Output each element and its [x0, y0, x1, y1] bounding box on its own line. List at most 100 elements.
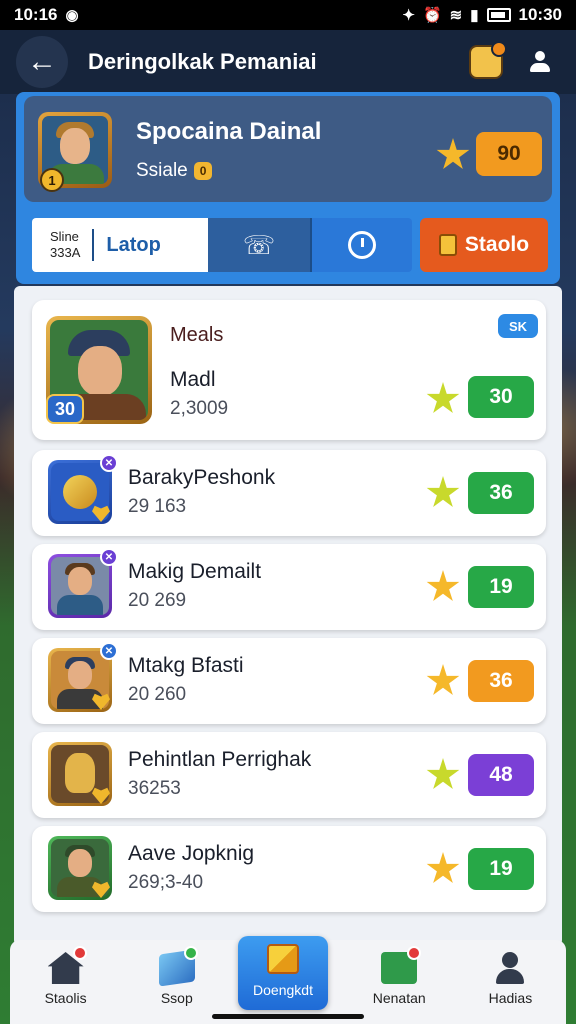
ball-icon [469, 41, 507, 79]
star-icon [426, 382, 460, 413]
list-item-score: 20 269 [128, 590, 187, 611]
tab-phone[interactable]: ☏ [208, 218, 310, 272]
app-header: ← Deringolkak Pemaniai [0, 30, 576, 94]
trophy-icon [65, 753, 95, 793]
leaderboard-list: 30 Meals Madl 2,3009 SK 30 ✕ BarakyPesho… [14, 286, 562, 946]
list-item-score: 29 163 [128, 496, 187, 517]
tab-stack-line2: 333A [50, 245, 81, 260]
close-icon: ✕ [100, 642, 118, 660]
alarm-icon: ⏰ [422, 7, 442, 24]
arrow-left-icon: ← [27, 45, 57, 78]
list-item[interactable]: ✕ Mtakg Bfasti 20 260 36 [32, 638, 546, 724]
nav-label: Ssop [160, 990, 193, 1006]
nav-item-ssop[interactable]: Ssop [121, 940, 232, 1024]
close-icon: ✕ [100, 454, 118, 472]
tab-stack-line1: Sline [50, 229, 79, 244]
status-time-right: 10:30 [518, 5, 562, 24]
star-icon [426, 758, 460, 789]
list-item-value: 36 [468, 472, 534, 514]
list-item-value: 48 [468, 754, 534, 796]
featured-value: 30 [468, 376, 534, 418]
back-button[interactable]: ← [16, 36, 68, 88]
star-icon [426, 852, 460, 883]
battery-icon [486, 8, 511, 22]
user-icon [527, 49, 553, 75]
nav-label: Hadias [488, 990, 533, 1006]
nav-item-doengkdt[interactable]: Doengkdt [238, 936, 328, 1010]
featured-avatar: 30 [46, 316, 152, 424]
list-item-name: Aave Jopknig [128, 842, 255, 865]
profile-button[interactable] [522, 44, 558, 80]
nav-label: Doengkdt [253, 982, 313, 998]
list-item-avatar: ✕ [48, 454, 118, 524]
profile-subtitle: Ssiale 0 [136, 160, 213, 182]
list-item-avatar: ✕ [48, 548, 118, 618]
star-icon [426, 664, 460, 695]
featured-card[interactable]: 30 Meals Madl 2,3009 SK 30 [32, 300, 546, 440]
notification-dot [73, 946, 88, 960]
star-icon [436, 138, 470, 169]
close-icon: ✕ [100, 548, 118, 566]
nav-label: Nenatan [372, 990, 426, 1006]
tab-timer[interactable] [310, 218, 412, 272]
star-icon [426, 570, 460, 601]
list-item[interactable]: Pehintlan Perrighak 36253 48 [32, 732, 546, 818]
signal-icon: ▮ [470, 7, 479, 24]
notification-dot [184, 946, 199, 960]
status-bar: 10:16 ◉ ✦ ⏰ ≋ ▮ 10:30 [0, 0, 576, 30]
profile-card[interactable]: 1 Spocaina Dainal Ssiale 0 90 [24, 96, 552, 202]
wifi-icon: ≋ [449, 7, 463, 24]
tab-active-label: Latop [106, 233, 161, 256]
featured-category: Meals [170, 324, 224, 346]
list-item-score: 269;3-40 [128, 872, 204, 893]
cube-icon [267, 944, 299, 974]
profile-score: 90 [476, 132, 542, 176]
list-item[interactable]: ✕ BarakyPeshonk 29 163 36 [32, 450, 546, 536]
list-item-avatar [48, 836, 112, 900]
ball-icon [63, 475, 97, 509]
profile-subtitle-text: Ssiale [136, 160, 188, 181]
avatar: 1 [38, 112, 112, 192]
notification-icon: ◉ [65, 7, 79, 24]
list-item-value: 19 [468, 848, 534, 890]
list-item-value: 36 [468, 660, 534, 702]
nav-item-nenatan[interactable]: Nenatan [344, 940, 455, 1024]
list-item[interactable]: Aave Jopknig 269;3-40 19 [32, 826, 546, 912]
segmented-tabs: Sline 333A Latop ☏ [32, 218, 412, 272]
list-item-avatar: ✕ [48, 642, 118, 712]
home-indicator[interactable] [212, 1014, 364, 1019]
list-item-name: Pehintlan Perrighak [128, 748, 312, 771]
featured-score: 2,3009 [170, 398, 229, 419]
clock-icon [348, 231, 376, 259]
list-item-value: 19 [468, 566, 534, 608]
status-time-left: 10:16 [14, 5, 58, 24]
top-panel: 1 Spocaina Dainal Ssiale 0 90 Sline 333A… [16, 92, 560, 284]
tab-latop[interactable]: Sline 333A Latop [32, 218, 208, 272]
person-icon [492, 952, 528, 984]
list-item[interactable]: ✕ Makig Demailt 20 269 19 [32, 544, 546, 630]
phone-icon: ☏ [242, 229, 276, 260]
tab-divider [92, 229, 95, 261]
vibrate-icon: ✦ [402, 7, 415, 24]
featured-corner-tag[interactable]: SK [498, 314, 538, 338]
list-item-name: BarakyPeshonk [128, 466, 276, 489]
profile-name: Spocaina Dainal [136, 118, 322, 145]
list-item-score: 20 260 [128, 684, 187, 705]
star-icon [426, 476, 460, 507]
list-item-name: Mtakg Bfasti [128, 654, 244, 677]
profile-level-badge: 1 [40, 168, 64, 192]
nav-item-hadias[interactable]: Hadias [455, 940, 566, 1024]
ball-button[interactable] [468, 41, 507, 80]
list-item-score: 36253 [128, 778, 181, 799]
list-item-avatar [48, 742, 112, 806]
notification-dot [406, 946, 421, 960]
featured-level: 30 [46, 394, 84, 424]
nav-item-staolis[interactable]: Staolis [10, 940, 121, 1024]
featured-name: Madl [170, 368, 216, 391]
staolo-button[interactable]: Staolo [420, 218, 548, 272]
box-icon [438, 234, 457, 256]
page-title: Deringolkak Pemaniai [88, 49, 317, 74]
staolo-button-label: Staolo [464, 233, 530, 256]
nav-label: Staolis [44, 990, 87, 1006]
profile-mini-badge: 0 [193, 162, 213, 180]
